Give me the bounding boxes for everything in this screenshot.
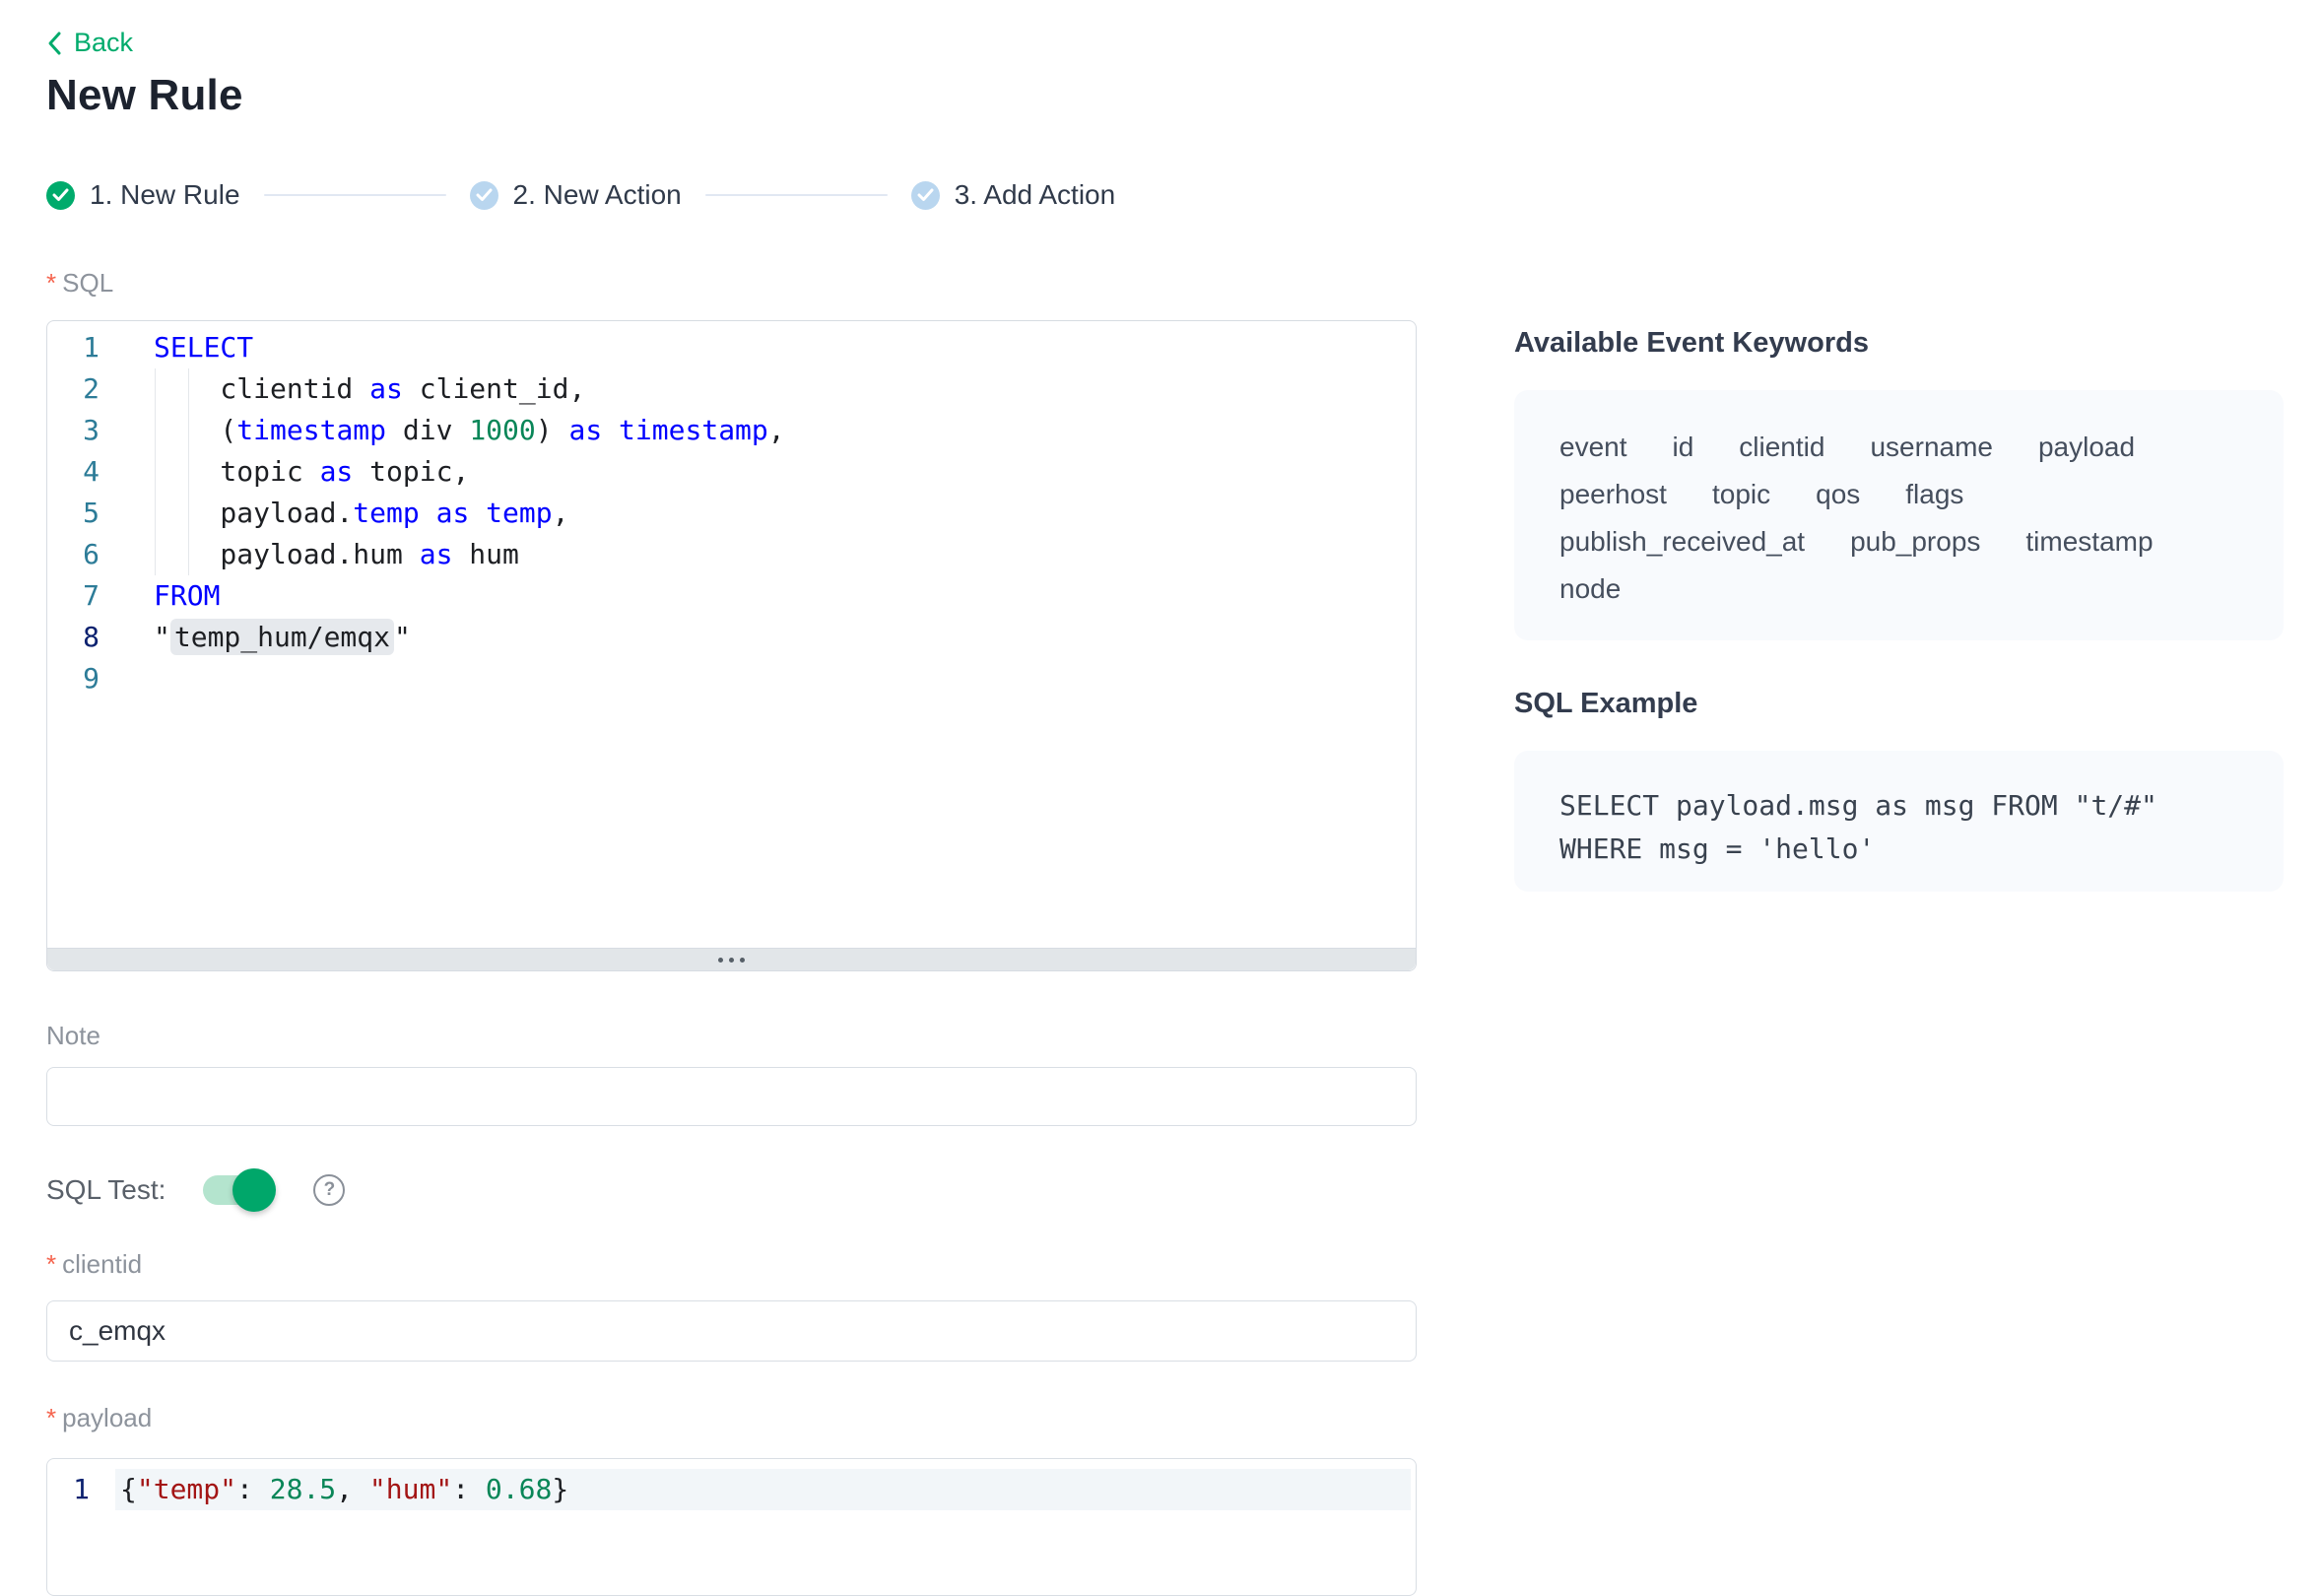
indent-guide	[155, 368, 156, 575]
line-number: 4	[47, 451, 99, 493]
required-asterisk: *	[46, 1403, 56, 1432]
event-keyword: event	[1559, 424, 1627, 471]
keyword-row: peerhost topic qos flags	[1559, 471, 2238, 518]
sql-editor[interactable]: 1SELECT2 clientid as client_id,3 (timest…	[46, 320, 1417, 971]
step-add-action[interactable]: 3. Add Action	[911, 179, 1115, 211]
step-label: 1. New Rule	[90, 179, 240, 211]
indent-guide	[188, 368, 189, 575]
code-text: payload.hum as hum	[99, 534, 1416, 575]
sql-test-label: SQL Test:	[46, 1174, 166, 1206]
code-line: 2 clientid as client_id,	[47, 368, 1416, 410]
toggle-knob-icon	[232, 1168, 276, 1212]
required-asterisk: *	[46, 268, 56, 298]
required-asterisk: *	[46, 1249, 56, 1279]
line-number: 1	[47, 1469, 90, 1510]
event-keyword: timestamp	[2025, 518, 2153, 565]
sql-field-label: *SQL	[46, 268, 113, 299]
event-keyword: pub_props	[1850, 518, 1980, 565]
keyword-row: eventid clientid username payload	[1559, 424, 2238, 471]
event-keyword: qos	[1816, 471, 1860, 518]
line-number: 7	[47, 575, 99, 617]
event-keyword: peerhost	[1559, 471, 1667, 518]
payload-code-area[interactable]: 1 {"temp": 28.5, "hum": 0.68}	[47, 1459, 1416, 1516]
code-text: "temp_hum/emqx"	[99, 617, 1416, 658]
event-keyword: username	[1870, 424, 1993, 471]
resize-dot	[729, 958, 734, 963]
clientid-input[interactable]	[46, 1300, 1417, 1362]
event-keyword: payload	[2038, 424, 2135, 471]
line-number: 2	[47, 368, 99, 410]
code-text: payload.temp as temp,	[99, 493, 1416, 534]
code-line: 8"temp_hum/emqx"	[47, 617, 1416, 658]
code-text: FROM	[99, 575, 1416, 617]
help-icon[interactable]: ?	[313, 1174, 345, 1206]
keyword-row: node	[1559, 565, 2238, 613]
resize-dot	[740, 958, 745, 963]
step-label: 2. New Action	[513, 179, 682, 211]
resize-dot	[718, 958, 723, 963]
sql-test-row: SQL Test: ?	[46, 1168, 345, 1212]
code-line: 1SELECT	[47, 327, 1416, 368]
note-field-label: Note	[46, 1021, 100, 1051]
stepper: 1. New Rule 2. New Action 3. Add Action	[46, 179, 1115, 211]
event-keyword: id	[1673, 424, 1694, 471]
sql-test-toggle[interactable]	[203, 1175, 272, 1205]
sql-example-panel: SELECT payload.msg as msg FROM "t/#" WHE…	[1514, 751, 2284, 892]
payload-field-label: *payload	[46, 1403, 152, 1433]
editor-resize-handle[interactable]	[47, 948, 1416, 970]
step-check-icon	[470, 181, 498, 210]
code-text: {"temp": 28.5, "hum": 0.68}	[115, 1469, 1411, 1510]
code-line: 6 payload.hum as hum	[47, 534, 1416, 575]
payload-editor[interactable]: 1 {"temp": 28.5, "hum": 0.68}	[46, 1458, 1417, 1596]
sql-example-line: WHERE msg = 'hello'	[1559, 828, 2238, 871]
clientid-field-label: *clientid	[46, 1249, 142, 1280]
code-line: 5 payload.temp as temp,	[47, 493, 1416, 534]
step-new-rule[interactable]: 1. New Rule	[46, 179, 240, 211]
step-check-icon	[46, 181, 75, 210]
sql-example-line: SELECT payload.msg as msg FROM "t/#"	[1559, 784, 2238, 828]
code-line: 1 {"temp": 28.5, "hum": 0.68}	[47, 1469, 1416, 1510]
event-keyword: node	[1559, 565, 1621, 613]
note-input[interactable]	[46, 1067, 1417, 1126]
back-label: Back	[74, 28, 133, 58]
back-button[interactable]: Back	[46, 28, 133, 58]
event-keyword: clientid	[1739, 424, 1824, 471]
code-text	[99, 658, 1416, 699]
line-number: 5	[47, 493, 99, 534]
line-number: 9	[47, 658, 99, 699]
event-keyword: publish_received_at	[1559, 518, 1805, 565]
code-line: 7FROM	[47, 575, 1416, 617]
chevron-left-icon	[46, 31, 62, 56]
code-text: topic as topic,	[99, 451, 1416, 493]
step-label: 3. Add Action	[955, 179, 1115, 211]
code-line: 9	[47, 658, 1416, 699]
event-keyword: topic	[1712, 471, 1770, 518]
step-check-icon	[911, 181, 940, 210]
event-keyword: flags	[1905, 471, 1963, 518]
keywords-panel-title: Available Event Keywords	[1514, 327, 1869, 360]
page-title: New Rule	[46, 71, 243, 120]
line-number: 8	[47, 617, 99, 658]
line-number: 6	[47, 534, 99, 575]
code-text: clientid as client_id,	[99, 368, 1416, 410]
step-new-action[interactable]: 2. New Action	[470, 179, 682, 211]
keywords-panel: eventid clientid username payload peerhost to…	[1514, 390, 2284, 640]
code-line: 4 topic as topic,	[47, 451, 1416, 493]
sql-code-area[interactable]: 1SELECT2 clientid as client_id,3 (timest…	[47, 321, 1416, 948]
step-connector	[264, 194, 446, 196]
code-text: (timestamp div 1000) as timestamp,	[99, 410, 1416, 451]
code-line: 3 (timestamp div 1000) as timestamp,	[47, 410, 1416, 451]
line-number: 3	[47, 410, 99, 451]
code-text: SELECT	[99, 327, 1416, 368]
step-connector	[705, 194, 888, 196]
sql-example-title: SQL Example	[1514, 688, 1697, 720]
keyword-row: publish_received_at pub_props timestamp	[1559, 518, 2238, 565]
line-number: 1	[47, 327, 99, 368]
